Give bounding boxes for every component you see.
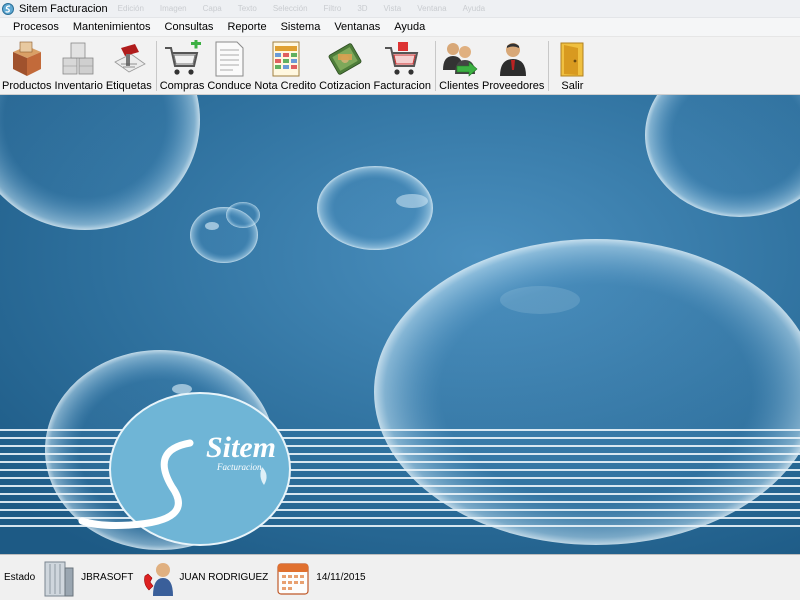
logo-tagline-text: Facturacion: [216, 462, 262, 472]
ghost-menu-item: Capa: [202, 4, 222, 13]
menu-bar: Procesos Mantenimientos Consultas Report…: [0, 18, 800, 37]
ghost-menu-item: Texto: [237, 4, 257, 13]
nota-credito-button[interactable]: Nota Credito: [254, 37, 316, 95]
logo-brand-text: Sitem: [206, 431, 276, 464]
cotizacion-button[interactable]: Cotizacion: [319, 37, 371, 95]
etiquetas-button[interactable]: Etiquetas: [106, 37, 152, 95]
ghost-menu-item: Filtro: [323, 4, 342, 13]
title-bar: Sitem Facturacion Edición Imagen Capa Te…: [0, 0, 800, 18]
etiquetas-label: Etiquetas: [105, 80, 152, 92]
compras-button[interactable]: Compras: [159, 37, 205, 95]
proveedores-label: Proveedores: [482, 80, 545, 92]
menu-sistema[interactable]: Sistema: [274, 19, 328, 35]
window-title: Sitem Facturacion: [19, 2, 108, 15]
status-bar: Estado JBRASOFT JUAN RODRIGUEZ 14/11/201…: [0, 554, 800, 600]
ghost-menu-item: 3D: [357, 4, 368, 13]
box-icon: [12, 41, 41, 76]
money-stack-icon: [328, 43, 362, 75]
conduce-label: Conduce: [207, 80, 252, 92]
ghost-menu-item: Ventana: [417, 4, 447, 13]
toolbar-separator: [435, 41, 436, 91]
menu-reporte[interactable]: Reporte: [220, 19, 273, 35]
toolbar: Productos Inventario Etiquetas Compras C…: [0, 37, 800, 95]
bubble: [374, 239, 800, 545]
app-icon: [2, 2, 14, 15]
status-label: Estado: [4, 572, 36, 583]
nota-credito-label: Nota Credito: [254, 80, 317, 92]
menu-ayuda[interactable]: Ayuda: [387, 19, 432, 35]
toolbar-separator: [155, 41, 157, 91]
ghost-menu-item: Edición: [117, 4, 144, 13]
building-icon: [41, 558, 77, 598]
menu-ventanas[interactable]: Ventanas: [327, 19, 387, 35]
clientes-label: Clientes: [439, 80, 479, 92]
productos-label: Productos: [2, 80, 52, 92]
supplier-person-icon: [500, 43, 527, 76]
calendar-icon: [276, 560, 310, 596]
document-icon: [215, 41, 244, 77]
productos-button[interactable]: Productos: [2, 37, 52, 95]
clientes-button[interactable]: Clientes: [439, 37, 479, 95]
clients-icon: [443, 43, 478, 77]
inventario-label: Inventario: [54, 80, 103, 92]
facturacion-label: Facturacion: [373, 80, 431, 92]
user-phone-icon: [139, 558, 177, 598]
ghost-menu-item: Vista: [383, 4, 402, 13]
mdi-desktop-background: Sitem Facturacion: [0, 95, 800, 554]
conduce-button[interactable]: Conduce: [207, 37, 251, 95]
bubble: [226, 202, 260, 228]
compras-label: Compras: [159, 80, 205, 92]
salir-button[interactable]: Salir: [552, 37, 592, 95]
ghost-menu-item: Imagen: [159, 4, 187, 13]
background-window-menu: Edición Imagen Capa Texto Selección Filt…: [118, 4, 485, 13]
salir-label: Salir: [561, 80, 584, 92]
exit-door-icon: [560, 42, 584, 77]
spreadsheet-icon: [272, 41, 300, 77]
bubble-wallpaper: Sitem Facturacion: [0, 95, 800, 554]
menu-mantenimientos[interactable]: Mantenimientos: [66, 19, 158, 35]
current-date: 14/11/2015: [316, 572, 366, 583]
cotizacion-label: Cotizacion: [319, 80, 371, 92]
company-name: JBRASOFT: [81, 572, 134, 583]
menu-procesos[interactable]: Procesos: [6, 19, 66, 35]
cart-icon: [385, 42, 419, 75]
ghost-menu-item: Ayuda: [462, 4, 486, 13]
toolbar-separator: [548, 41, 550, 91]
facturacion-button[interactable]: Facturacion: [374, 37, 431, 95]
menu-consultas[interactable]: Consultas: [158, 19, 221, 35]
inventory-boxes-icon: [62, 42, 94, 75]
user-name: JUAN RODRIGUEZ: [179, 572, 269, 583]
ghost-menu-item: Selección: [272, 4, 308, 13]
label-stapler-icon: [114, 44, 146, 73]
inventario-button[interactable]: Inventario: [55, 37, 103, 95]
proveedores-button[interactable]: Proveedores: [482, 37, 544, 95]
bubble: [317, 166, 433, 250]
cart-add-icon: [165, 40, 202, 75]
